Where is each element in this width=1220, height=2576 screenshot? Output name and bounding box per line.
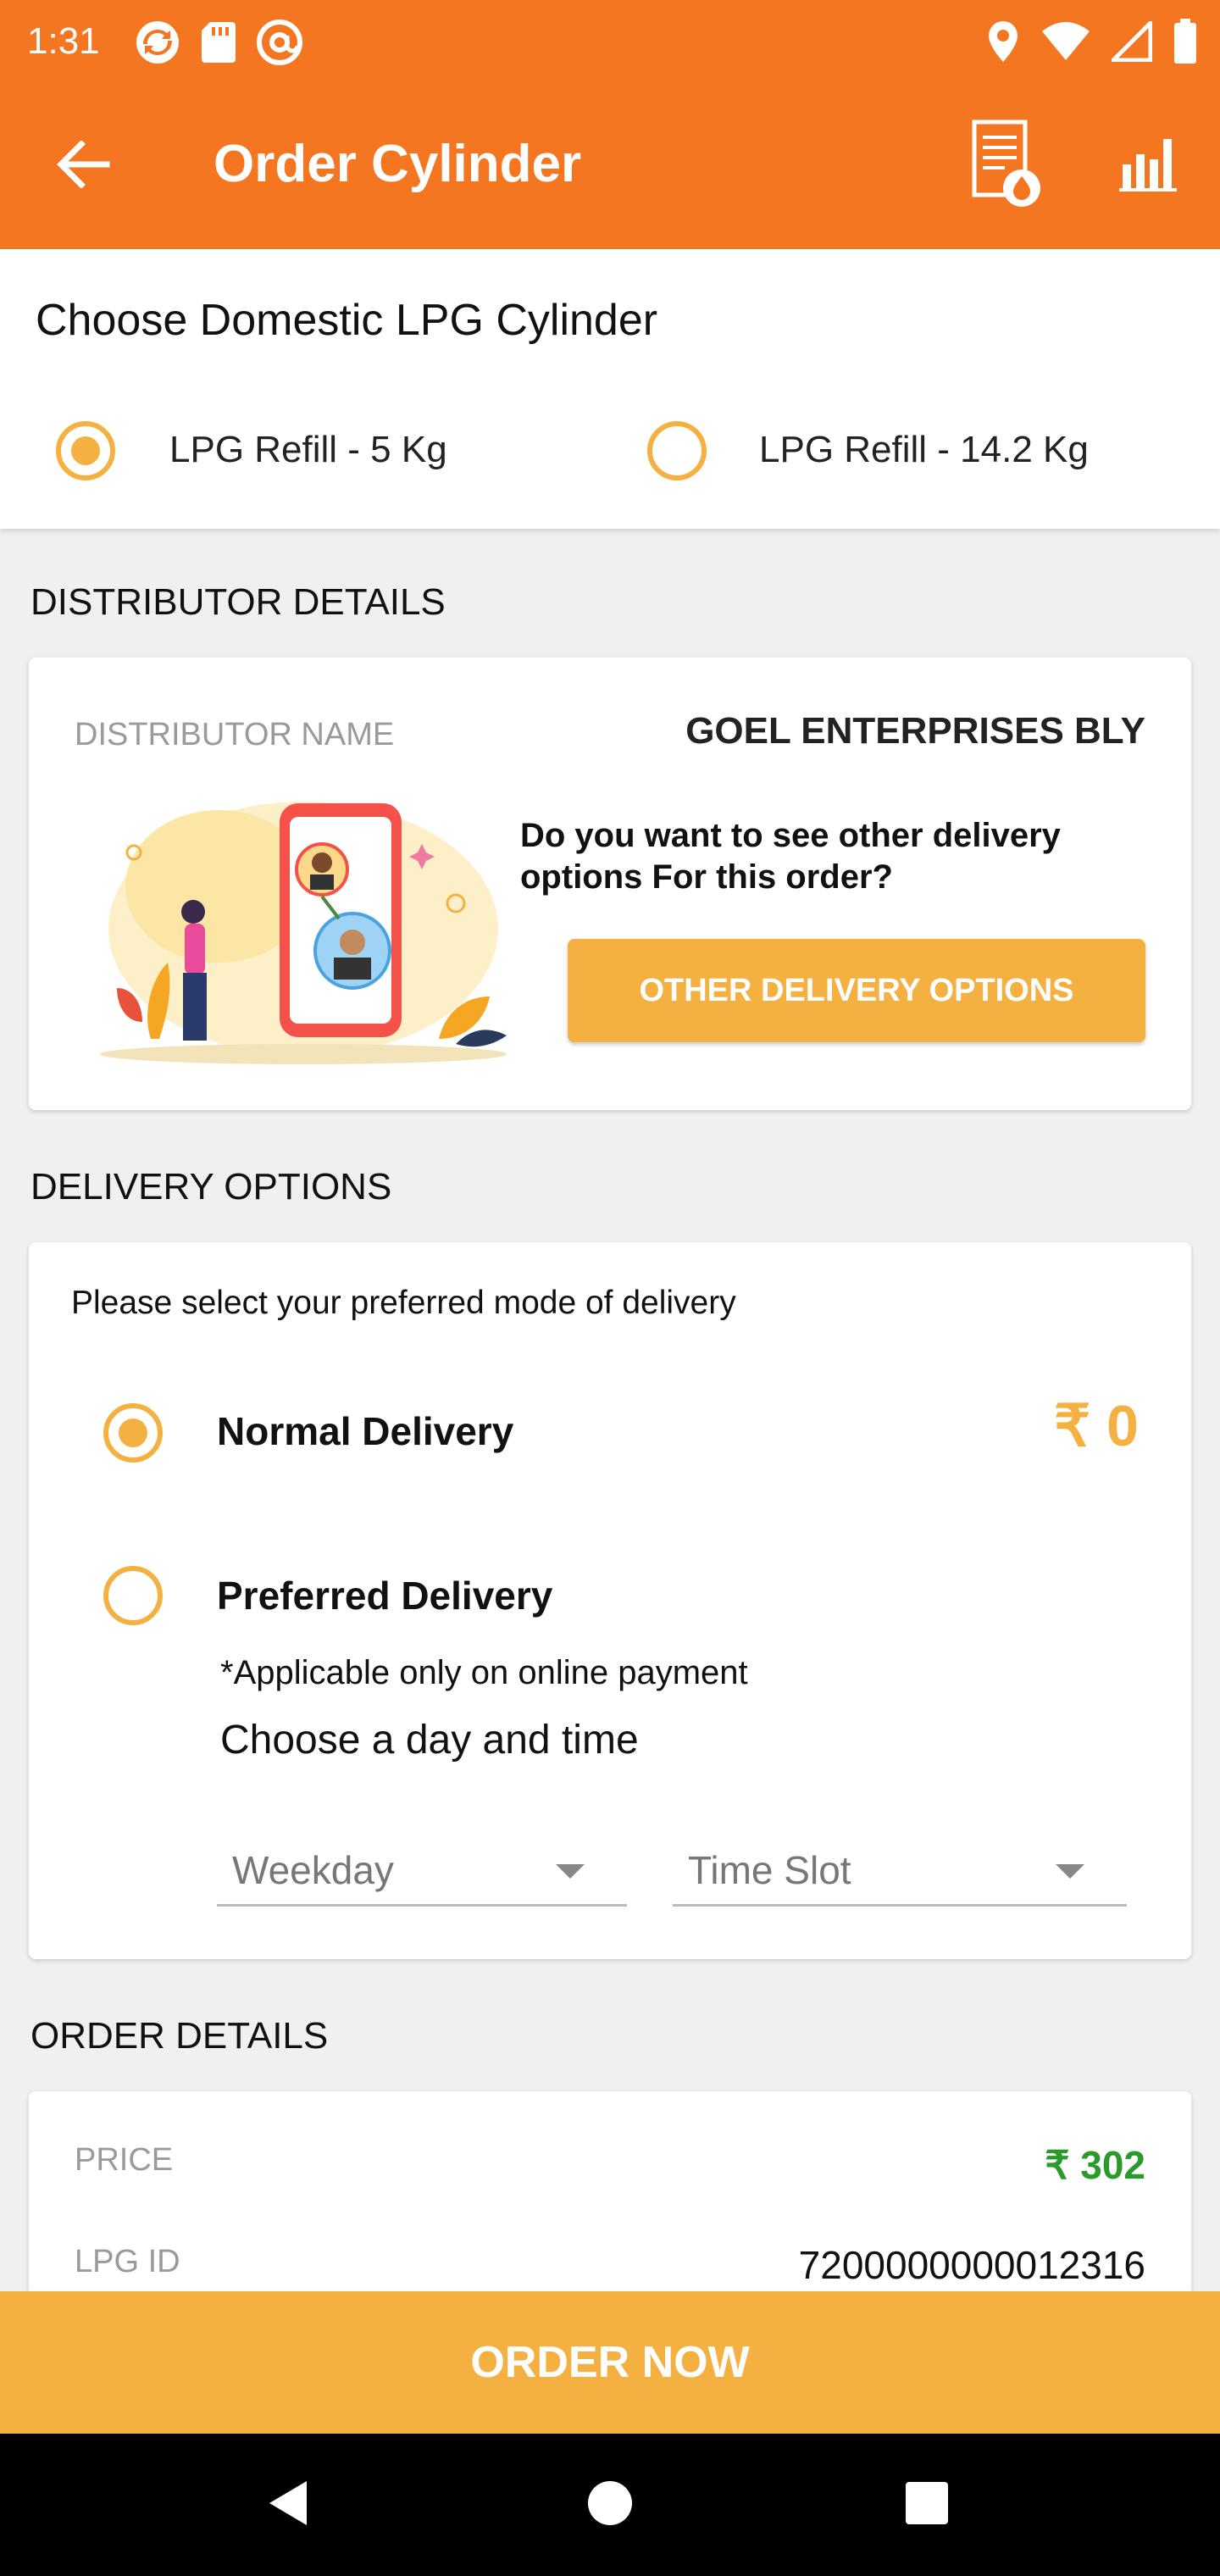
order-details-section-title: ORDER DETAILS	[30, 2015, 329, 2057]
timeslot-placeholder: Time Slot	[688, 1847, 851, 1892]
other-delivery-options-button[interactable]: OTHER DELIVERY OPTIONS	[568, 939, 1145, 1042]
normal-delivery-label: Normal Delivery	[217, 1409, 514, 1453]
status-time: 1:31	[27, 20, 100, 62]
radio-button-preferred-delivery[interactable]	[103, 1566, 163, 1625]
order-now-button[interactable]: ORDER NOW	[0, 2291, 1220, 2434]
distributor-section-title: DISTRIBUTOR DETAILS	[30, 581, 446, 623]
sync-icon	[134, 19, 181, 70]
timeslot-select[interactable]: Time Slot	[673, 1835, 1127, 1907]
delivery-section-title: DELIVERY OPTIONS	[30, 1166, 392, 1208]
distributor-name-value: GOEL ENTERPRISES BLY	[685, 710, 1145, 752]
online-payment-note: *Applicable only on online payment	[220, 1654, 748, 1691]
cell-signal-icon	[1107, 17, 1153, 66]
status-bar: 1:31	[0, 0, 1220, 85]
weekday-select[interactable]: Weekday	[217, 1835, 627, 1907]
page-title: Order Cylinder	[214, 135, 582, 193]
delivery-illustration	[83, 785, 524, 1073]
cylinder-choice-card: Choose Domestic LPG Cylinder LPG Refill …	[0, 249, 1220, 529]
battery-icon	[1173, 19, 1198, 69]
arrow-left-icon	[56, 139, 110, 192]
bar-chart-button[interactable]	[1098, 110, 1200, 220]
price-value: ₹ 302	[1045, 2143, 1145, 2187]
sd-card-icon	[200, 19, 237, 70]
radio-button-5kg[interactable]	[56, 421, 115, 480]
lpg-id-label: LPG ID	[75, 2244, 180, 2279]
preferred-delivery-label: Preferred Delivery	[217, 1574, 553, 1618]
distributor-name-label: DISTRIBUTOR NAME	[75, 717, 395, 752]
normal-delivery-price: ₹ 0	[1054, 1394, 1139, 1458]
app-bar: Order Cylinder	[0, 85, 1220, 249]
recents-square-icon	[904, 2480, 950, 2530]
system-nav-bar	[0, 2434, 1220, 2576]
price-label: PRICE	[75, 2142, 174, 2178]
radio-label-14kg: LPG Refill - 14.2 Kg	[759, 429, 1089, 470]
delivery-card: Please select your preferred mode of del…	[29, 1242, 1191, 1959]
nav-recents-button[interactable]	[884, 2462, 969, 2547]
bar-chart-icon	[1119, 134, 1178, 197]
wifi-icon	[1040, 21, 1091, 66]
chevron-down-icon	[1056, 1864, 1084, 1879]
location-icon	[986, 19, 1020, 68]
radio-label-5kg: LPG Refill - 5 Kg	[169, 429, 447, 470]
home-circle-icon	[586, 2479, 634, 2531]
back-triangle-icon	[264, 2478, 315, 2533]
at-sign-icon	[256, 19, 303, 70]
radio-button-14kg[interactable]	[647, 421, 707, 480]
radio-button-normal-delivery[interactable]	[103, 1403, 163, 1463]
back-button[interactable]	[47, 124, 119, 208]
gas-document-button[interactable]	[957, 110, 1059, 220]
nav-home-button[interactable]	[568, 2462, 652, 2547]
nav-back-button[interactable]	[247, 2462, 332, 2547]
delivery-prompt: Please select your preferred mode of del…	[71, 1285, 736, 1321]
gas-document-icon	[968, 117, 1049, 214]
chevron-down-icon	[556, 1864, 585, 1879]
other-options-question: Do you want to see other delivery option…	[520, 817, 1061, 896]
cylinder-choice-title: Choose Domestic LPG Cylinder	[36, 296, 658, 345]
choose-day-time-label: Choose a day and time	[220, 1718, 639, 1763]
weekday-placeholder: Weekday	[232, 1847, 394, 1892]
lpg-id-value: 7200000000012316	[798, 2243, 1145, 2287]
distributor-card: DISTRIBUTOR NAME GOEL ENTERPRISES BLY Do…	[29, 658, 1191, 1110]
